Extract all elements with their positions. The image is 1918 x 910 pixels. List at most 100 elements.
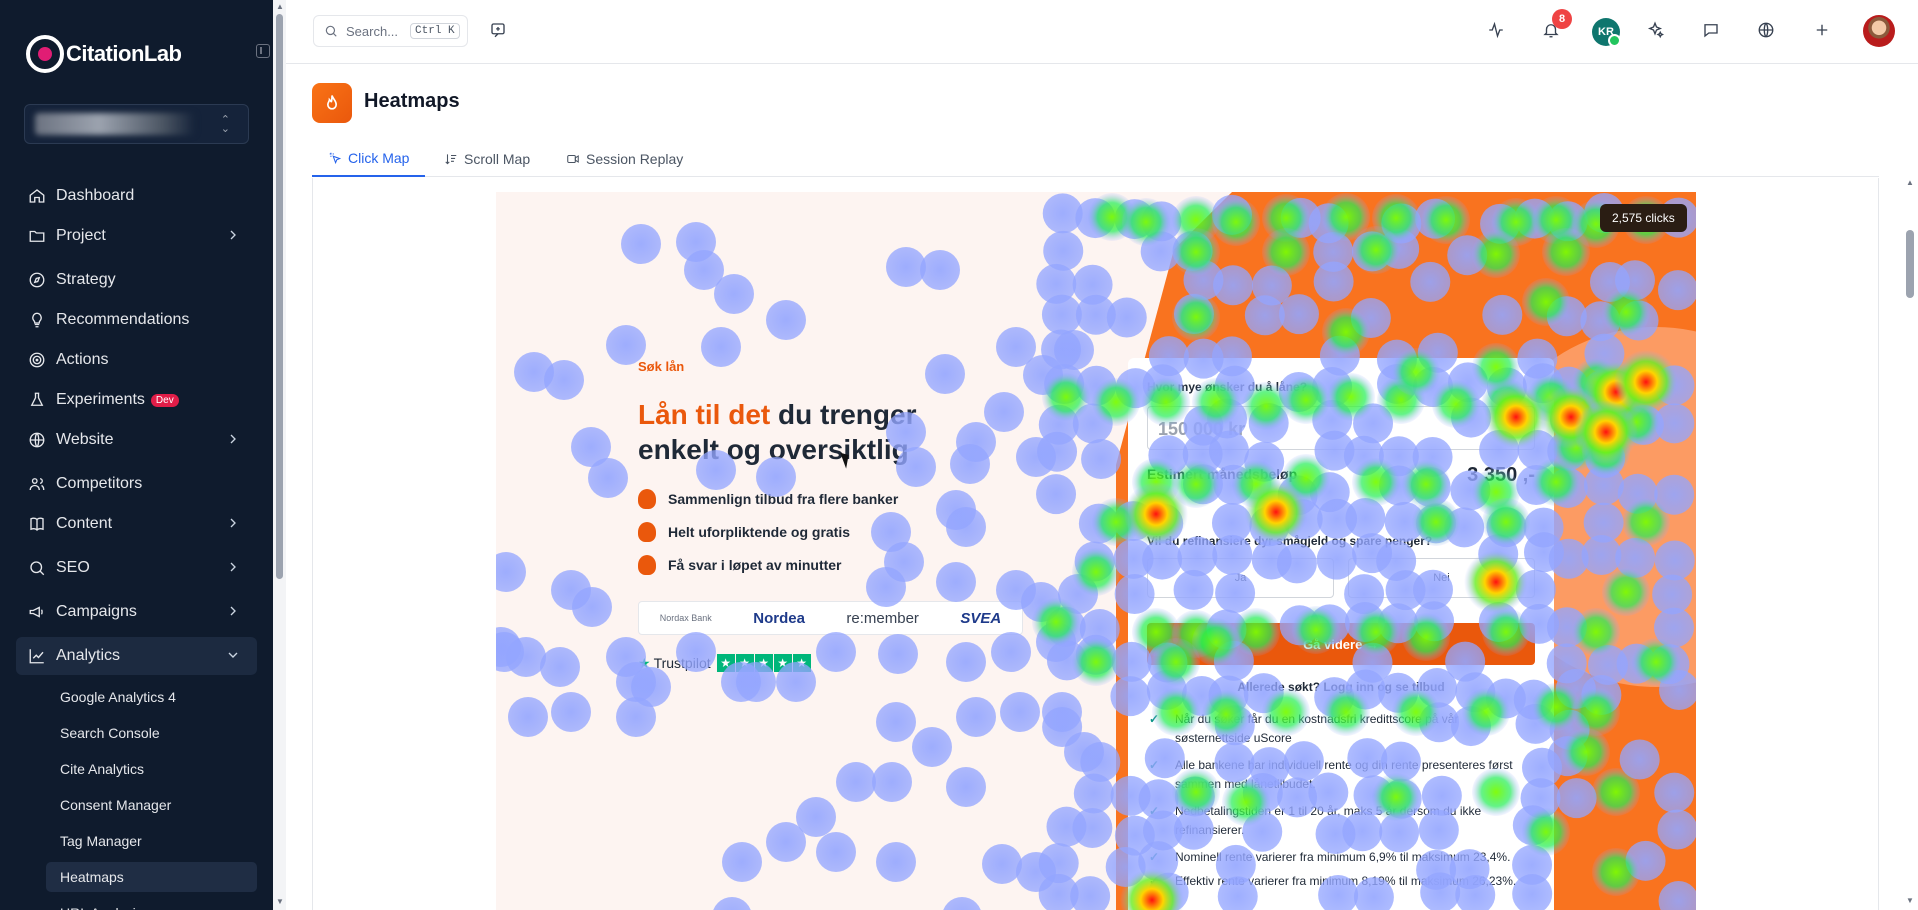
check-item: Nominell rente varierer fra minimum 6,9%… — [1147, 848, 1527, 867]
continue-button[interactable]: Gå videre → — [1147, 623, 1535, 665]
users-icon — [28, 475, 46, 493]
folder-icon — [28, 227, 46, 245]
search-icon — [325, 25, 337, 37]
sidebar-item-label: Actions — [56, 351, 109, 368]
globe-icon[interactable] — [1755, 19, 1777, 41]
scroll-down-arrow[interactable]: ▼ — [276, 897, 284, 906]
bank-logo-nordea: Nordea — [753, 609, 805, 627]
click-icon — [329, 152, 342, 164]
bank-logo-remember: re:member — [846, 609, 919, 627]
chevron-up-down-icon: ⌃ ⌄ — [220, 114, 230, 135]
trustpilot-label: Trustpilot — [653, 655, 711, 671]
book-icon — [28, 515, 46, 533]
flask-icon — [28, 391, 46, 409]
bell-icon[interactable]: 8 — [1540, 9, 1572, 41]
plus-icon[interactable] — [1811, 19, 1833, 41]
app-name: CitationLab — [66, 41, 182, 66]
sidebar-subitem-url-analysis[interactable]: URL Analysis — [46, 898, 257, 910]
sidebar-item-recommendations[interactable]: Recommendations — [16, 301, 257, 339]
chart-icon — [28, 647, 46, 665]
sidebar-item-seo[interactable]: SEO — [16, 549, 257, 587]
chat-icon[interactable] — [1700, 19, 1722, 41]
check-item: Nedbetalingstiden er 1 til 20 år, maks 5… — [1147, 802, 1527, 840]
lightbulb-icon — [638, 489, 656, 509]
sidebar-subitem-google-analytics-4[interactable]: Google Analytics 4 — [46, 682, 257, 712]
chevron-right-icon — [225, 227, 241, 243]
estimate-label: Estimert månedsbeløp — [1147, 466, 1298, 482]
bank-logo-svea: SVEA — [960, 609, 1002, 627]
sidebar-item-campaigns[interactable]: Campaigns — [16, 593, 257, 631]
lightbulb-icon — [28, 311, 46, 329]
user-initials-avatar[interactable]: KR — [1592, 18, 1621, 47]
dev-badge: Dev — [150, 393, 179, 407]
megaphone-icon — [28, 603, 46, 621]
scroll-up-arrow[interactable]: ▲ — [1906, 178, 1914, 187]
sidebar-item-experiments[interactable]: Experiments Dev — [16, 381, 257, 419]
sidebar-subitem-tag-manager[interactable]: Tag Manager — [46, 826, 257, 856]
sidebar-item-label: Website — [56, 431, 114, 448]
workspace-name-blurred — [35, 113, 195, 135]
target-icon — [28, 351, 46, 369]
globe-icon — [28, 431, 46, 449]
preview-headline: Lån til det du trenger enkelt og oversik… — [638, 397, 958, 467]
collapse-sidebar-icon[interactable] — [256, 44, 270, 58]
tab-session-replay[interactable]: Session Replay — [550, 140, 699, 177]
rating-stars: ★ ★ ★ ★ ★ — [716, 654, 812, 672]
chevron-down-icon — [225, 647, 241, 663]
sidebar-item-content[interactable]: Content — [16, 505, 257, 543]
chevron-right-icon — [225, 603, 241, 619]
bank-logo-nordax: Nordax Bank — [659, 613, 712, 623]
chevron-right-icon — [225, 431, 241, 447]
scroll-down-arrow[interactable]: ▼ — [1906, 896, 1914, 905]
check-item: Effektiv rente varierer fra minimum 8,19… — [1147, 872, 1527, 891]
sidebar-item-label: Recommendations — [56, 311, 190, 328]
app-logo[interactable]: CitationLab — [26, 34, 182, 74]
search-input[interactable]: Search... Ctrl K — [313, 15, 468, 47]
sidebar-item-competitors[interactable]: Competitors — [16, 465, 257, 503]
sidebar-subitem-search-console[interactable]: Search Console — [46, 718, 257, 748]
preview-bullet: Få svar i løpet av minutter — [638, 553, 842, 577]
login-link[interactable]: Allerede søkt? Logg inn og se tilbud — [1128, 680, 1554, 694]
sidebar-item-project[interactable]: Project — [16, 217, 257, 255]
option-yes[interactable]: Ja — [1147, 558, 1334, 598]
headline-highlight: Lån til det — [638, 399, 771, 430]
user-avatar[interactable] — [1863, 15, 1895, 47]
feedback-icon[interactable] — [487, 19, 509, 41]
sparkles-icon[interactable] — [1644, 19, 1666, 41]
activity-icon[interactable] — [1485, 19, 1507, 41]
loan-form: Hvor mye ønsker du å låne? 150 000 kr Es… — [1128, 358, 1554, 910]
amount-input[interactable]: 150 000 kr — [1147, 406, 1535, 450]
sidebar-item-website[interactable]: Website — [16, 421, 257, 459]
option-no[interactable]: Nei — [1348, 558, 1535, 598]
main-scrollbar[interactable]: ▲ ▼ — [1902, 178, 1918, 910]
page-preview[interactable]: Søk lån Lån til det du trenger enkelt og… — [496, 192, 1696, 910]
tab-click-map[interactable]: Click Map — [312, 140, 426, 177]
sidebar-item-analytics[interactable]: Analytics — [16, 637, 257, 675]
chevron-right-icon — [225, 515, 241, 531]
preview-bullet: Sammenlign tilbud fra flere banker — [638, 487, 898, 511]
tab-label: Session Replay — [586, 150, 684, 167]
sidebar-scroll-thumb[interactable] — [276, 14, 283, 579]
bank-logos: Nordax Bank Nordea re:member SVEA — [638, 601, 1023, 635]
sidebar-item-strategy[interactable]: Strategy — [16, 261, 257, 299]
sidebar: CitationLab ⌃ ⌄ Dashboard Project Strategy R… — [0, 0, 273, 910]
sidebar-item-actions[interactable]: Actions — [16, 341, 257, 379]
sidebar-item-dashboard[interactable]: Dashboard — [16, 177, 257, 215]
sidebar-item-label: Project — [56, 227, 106, 244]
refinance-label: Vil du refinansiere dyr smågjeld og spar… — [1147, 534, 1433, 548]
tab-label: Scroll Map — [464, 150, 531, 167]
main-scroll-thumb[interactable] — [1906, 230, 1914, 298]
sidebar-scrollbar[interactable]: ▲ ▼ — [273, 0, 286, 910]
preview-eyebrow: Søk lån — [638, 359, 685, 374]
search-placeholder: Search... — [346, 23, 399, 39]
sidebar-subitem-heatmaps[interactable]: Heatmaps — [46, 862, 257, 892]
sidebar-subitem-consent-manager[interactable]: Consent Manager — [46, 790, 257, 820]
tab-label: Click Map — [348, 149, 410, 166]
scroll-up-arrow[interactable]: ▲ — [276, 2, 284, 11]
workspace-selector[interactable]: ⌃ ⌄ — [24, 104, 249, 144]
sidebar-subitem-cite-analytics[interactable]: Cite Analytics — [46, 754, 257, 784]
bullet-text: Få svar i løpet av minutter — [668, 557, 842, 573]
tab-scroll-map[interactable]: Scroll Map — [428, 140, 546, 177]
sidebar-item-label: Experiments — [56, 391, 145, 408]
sidebar-item-label: Competitors — [56, 475, 143, 492]
